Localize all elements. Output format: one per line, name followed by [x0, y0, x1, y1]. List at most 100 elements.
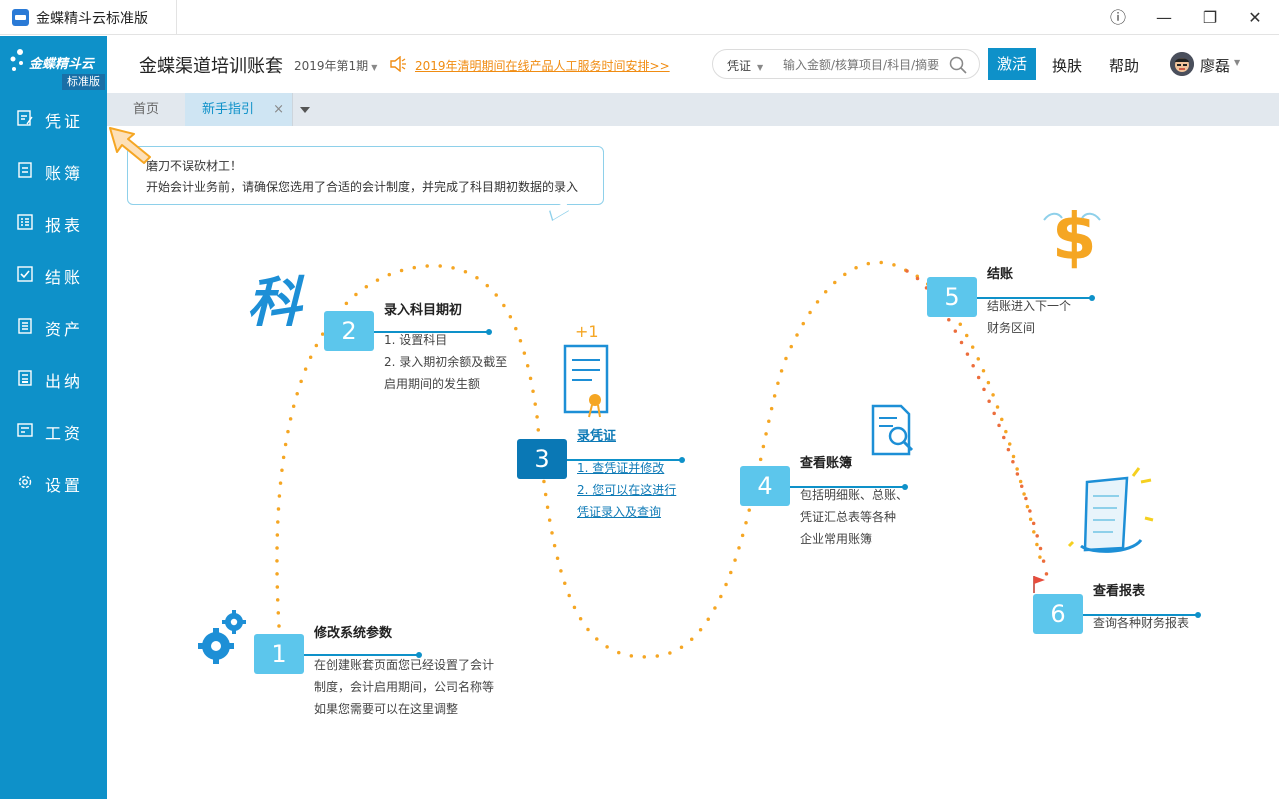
- step-title[interactable]: 修改系统参数: [314, 622, 392, 641]
- pointer-arrow-icon: [109, 127, 151, 164]
- sidebar-item-settings[interactable]: 设置: [0, 456, 107, 508]
- step-number-5[interactable]: 5: [927, 277, 977, 317]
- step-desc-line: 企业常用账簿: [800, 532, 873, 546]
- search-box: 凭证 ▼: [712, 49, 980, 79]
- search-icon[interactable]: [949, 56, 967, 74]
- step-title[interactable]: 查看账簿: [800, 452, 852, 471]
- brand-logo: 金蝶精斗云 标准版: [0, 36, 107, 92]
- sidebar-item-label: 报表: [45, 216, 84, 235]
- brand-dots-icon: [10, 49, 23, 71]
- step-desc-line: 财务区间: [987, 321, 1036, 335]
- sidebar-item-label: 工资: [45, 424, 84, 443]
- step-desc-line: 2. 录入期初余额及截至: [384, 355, 508, 369]
- app-logo-icon: [12, 9, 29, 26]
- step-desc-line: 制度，会计启用期间，公司名称等: [314, 680, 495, 694]
- edition-badge: 标准版: [62, 74, 105, 90]
- red-flag-icon: [1033, 576, 1045, 593]
- sidebar-item-label: 资产: [45, 320, 84, 339]
- period-selector[interactable]: 2019年第1期 ▼: [294, 57, 377, 74]
- sidebar-item-label: 设置: [45, 476, 84, 495]
- tab-guide-label: 新手指引: [202, 102, 255, 117]
- voucher-icon: [17, 110, 33, 126]
- sidebar-item-voucher[interactable]: 凭证: [0, 92, 107, 144]
- notice-link[interactable]: 2019年清明期间在线产品人工服务时间安排>>: [415, 57, 670, 74]
- close-button[interactable]: ✕: [1243, 6, 1267, 30]
- account-set-name: 金蝶渠道培训账套: [139, 56, 283, 77]
- sidebar: 金蝶精斗云 标准版 凭证 账簿 报表 结账 资产 出纳 工资 设置: [0, 36, 107, 799]
- sidebar-item-label: 结账: [45, 268, 84, 287]
- ledger-icon: [18, 162, 32, 178]
- top-header: 金蝶渠道培训账套 2019年第1期 ▼ 2019年清明期间在线产品人工服务时间安排…: [107, 36, 1279, 93]
- step-desc-line: 包括明细账、总账、: [800, 488, 909, 502]
- user-name: 廖磊: [1200, 57, 1231, 75]
- brand-name: 金蝶精斗云: [29, 57, 95, 72]
- activate-button[interactable]: 激活: [988, 48, 1036, 80]
- search-type-select[interactable]: 凭证 ▼: [727, 57, 763, 74]
- gear-icon: [18, 475, 32, 489]
- info-icon[interactable]: ⓘ: [1106, 6, 1130, 30]
- speaker-icon: [390, 56, 406, 72]
- search-input[interactable]: [783, 56, 945, 74]
- step-title-link[interactable]: 录凭证: [577, 425, 616, 444]
- tab-list-dropdown[interactable]: [292, 93, 316, 126]
- tip-bubble: 磨刀不误砍材工！ 开始会计业务前，请确保您选用了合适的会计制度，并完成了科目期初…: [127, 146, 604, 221]
- step-desc-line: 如果您需要可以在这里调整: [314, 702, 459, 716]
- sidebar-item-label: 凭证: [45, 112, 84, 131]
- step-title[interactable]: 查看报表: [1093, 580, 1145, 599]
- title-divider: [176, 0, 177, 35]
- search-ledger-icon: [871, 404, 914, 456]
- title-bar: 金蝶精斗云标准版 ⓘ — ❐ ✕: [0, 0, 1279, 35]
- step-desc-line: 查询各种财务报表: [1093, 616, 1190, 630]
- step-number-4[interactable]: 4: [740, 466, 790, 506]
- voucher-entry-link-2[interactable]: 凭证录入及查询: [577, 501, 661, 523]
- step-number-2[interactable]: 2: [324, 311, 374, 351]
- chevron-down-icon: ▼: [757, 63, 764, 72]
- sidebar-item-salary[interactable]: 工资: [0, 404, 107, 456]
- gears-icon: [198, 610, 246, 664]
- step-desc-line: 结账进入下一个: [987, 299, 1072, 313]
- sidebar-item-ledger[interactable]: 账簿: [0, 144, 107, 196]
- step-desc-line: 启用期间的发生额: [384, 377, 481, 391]
- help-button[interactable]: 帮助: [1109, 55, 1139, 76]
- close-icon[interactable]: ×: [273, 93, 284, 126]
- sidebar-item-label: 账簿: [45, 164, 84, 183]
- step-desc-line: 1. 设置科目: [384, 333, 448, 347]
- checkout-icon: [17, 266, 33, 282]
- sidebar-nav: 凭证 账簿 报表 结账 资产 出纳 工资 设置: [0, 92, 107, 508]
- voucher-entry-link[interactable]: 2. 您可以在这进行: [577, 479, 676, 501]
- report-scroll-icon: [1067, 467, 1154, 553]
- tab-bar: 首页 新手指引 ×: [107, 93, 1279, 126]
- tip-heading: 磨刀不误砍材工！: [146, 159, 243, 173]
- edit-voucher-link[interactable]: 1. 查凭证并修改: [577, 457, 664, 479]
- sidebar-item-checkout[interactable]: 结账: [0, 248, 107, 300]
- salary-icon: [17, 423, 33, 437]
- step-number-1[interactable]: 1: [254, 634, 304, 674]
- step-number-6[interactable]: 6: [1033, 594, 1083, 634]
- subject-char-icon: 科: [247, 271, 301, 334]
- skin-button[interactable]: 换肤: [1052, 55, 1082, 76]
- window-title: 金蝶精斗云标准版: [36, 11, 148, 27]
- cashier-icon: [18, 370, 32, 386]
- tab-guide[interactable]: 新手指引 ×: [185, 93, 292, 126]
- sidebar-item-report[interactable]: 报表: [0, 196, 107, 248]
- chevron-down-icon: ▼: [1234, 58, 1241, 67]
- step-title[interactable]: 录入科目期初: [384, 299, 462, 318]
- tab-home[interactable]: 首页: [107, 93, 185, 126]
- asset-icon: [18, 318, 32, 334]
- step-desc-line: 凭证汇总表等各种: [800, 510, 897, 524]
- sidebar-item-cashier[interactable]: 出纳: [0, 352, 107, 404]
- dollar-wings-icon: [1043, 212, 1101, 221]
- chevron-down-icon: ▼: [371, 63, 378, 72]
- plus-one-badge: +1: [575, 322, 599, 341]
- step-title[interactable]: 结账: [987, 263, 1013, 282]
- sidebar-item-asset[interactable]: 资产: [0, 300, 107, 352]
- report-icon: [17, 214, 33, 230]
- guide-content: 磨刀不误砍材工！ 开始会计业务前，请确保您选用了合适的会计制度，并完成了科目期初…: [107, 126, 1279, 799]
- search-type-label: 凭证: [727, 59, 752, 73]
- sidebar-item-label: 出纳: [45, 372, 84, 391]
- step-desc-line: 在创建账套页面您已经设置了会计: [314, 658, 495, 672]
- step-number-3[interactable]: 3: [517, 439, 567, 479]
- tip-text: 开始会计业务前，请确保您选用了合适的会计制度，并完成了科目期初数据的录入: [146, 180, 579, 194]
- maximize-button[interactable]: ❐: [1198, 6, 1222, 30]
- minimize-button[interactable]: —: [1152, 6, 1176, 30]
